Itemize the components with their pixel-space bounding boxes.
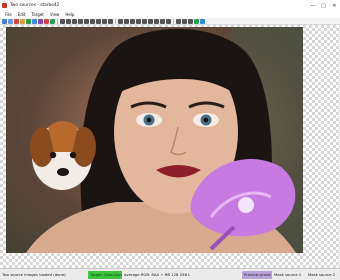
toolbar-tool-icon[interactable] — [26, 18, 31, 24]
toolbar-tool-icon[interactable] — [102, 18, 107, 24]
toolbar-tool-icon[interactable] — [66, 18, 71, 24]
toolbar-tool-icon[interactable] — [124, 18, 129, 24]
composite-image[interactable] — [6, 27, 303, 253]
toolbar-tool-icon[interactable] — [160, 18, 165, 24]
toolbar-tool-icon[interactable] — [108, 18, 113, 24]
menu-target[interactable]: Target — [31, 12, 43, 17]
window-title: Two sources - starbe42 — [10, 3, 60, 8]
toolbar-tool-icon[interactable] — [78, 18, 83, 24]
toolbar-tool-icon[interactable] — [90, 18, 95, 24]
minimize-button[interactable]: — — [307, 0, 318, 11]
toolbar-tool-icon[interactable] — [136, 18, 141, 24]
canvas-area[interactable] — [0, 25, 340, 268]
photo-illustration — [6, 27, 303, 253]
menu-help[interactable]: Help — [65, 12, 74, 17]
menu-bar: File Edit Target View Help — [0, 11, 340, 18]
toolbar-tool-icon[interactable] — [38, 18, 43, 24]
toolbar-tool-icon[interactable] — [182, 18, 187, 24]
toolbar-separator — [173, 18, 174, 24]
close-button[interactable]: ✕ — [329, 0, 340, 11]
toolbar-tool-icon[interactable] — [84, 18, 89, 24]
app-icon — [2, 3, 7, 8]
window-controls: — □ ✕ — [307, 0, 340, 11]
status-mask-2: Mask source 2 — [308, 272, 336, 277]
toolbar-tool-icon[interactable] — [20, 18, 25, 24]
toolbar — [0, 18, 340, 25]
toolbar-tool-icon[interactable] — [148, 18, 153, 24]
toolbar-tool-icon[interactable] — [50, 18, 55, 24]
toolbar-tool-icon[interactable] — [44, 18, 49, 24]
toolbar-tool-icon[interactable] — [8, 18, 13, 24]
toolbar-tool-icon[interactable] — [166, 18, 171, 24]
toolbar-tool-icon[interactable] — [154, 18, 159, 24]
status-target[interactable]: Target: Selection — [88, 270, 122, 279]
toolbar-separator — [57, 18, 58, 24]
toolbar-tool-icon[interactable] — [60, 18, 65, 24]
maximize-button[interactable]: □ — [318, 0, 329, 11]
status-preview[interactable]: Preview pixels — [242, 270, 272, 279]
toolbar-tool-icon[interactable] — [142, 18, 147, 24]
toolbar-tool-icon[interactable] — [32, 18, 37, 24]
toolbar-tool-icon[interactable] — [200, 18, 205, 24]
status-mask-1: Mask source 1 — [274, 272, 302, 277]
toolbar-separator — [115, 18, 116, 24]
title-bar: Two sources - starbe42 — □ ✕ — [0, 0, 340, 11]
toolbar-tool-icon[interactable] — [130, 18, 135, 24]
toolbar-tool-icon[interactable] — [176, 18, 181, 24]
toolbar-tool-icon[interactable] — [118, 18, 123, 24]
menu-file[interactable]: File — [5, 12, 12, 17]
toolbar-tool-icon[interactable] — [2, 18, 7, 24]
toolbar-tool-icon[interactable] — [188, 18, 193, 24]
status-bar: Two source images loaded (done) Target: … — [0, 268, 340, 280]
toolbar-tool-icon[interactable] — [96, 18, 101, 24]
toolbar-tool-icon[interactable] — [72, 18, 77, 24]
toolbar-tool-icon[interactable] — [194, 18, 199, 24]
status-message: Two source images loaded (done) — [2, 272, 66, 277]
menu-view[interactable]: View — [50, 12, 60, 17]
status-rgb: average RGB: 8AA + RB 128 256 L — [124, 272, 191, 277]
toolbar-tool-icon[interactable] — [14, 18, 19, 24]
menu-edit[interactable]: Edit — [18, 12, 26, 17]
